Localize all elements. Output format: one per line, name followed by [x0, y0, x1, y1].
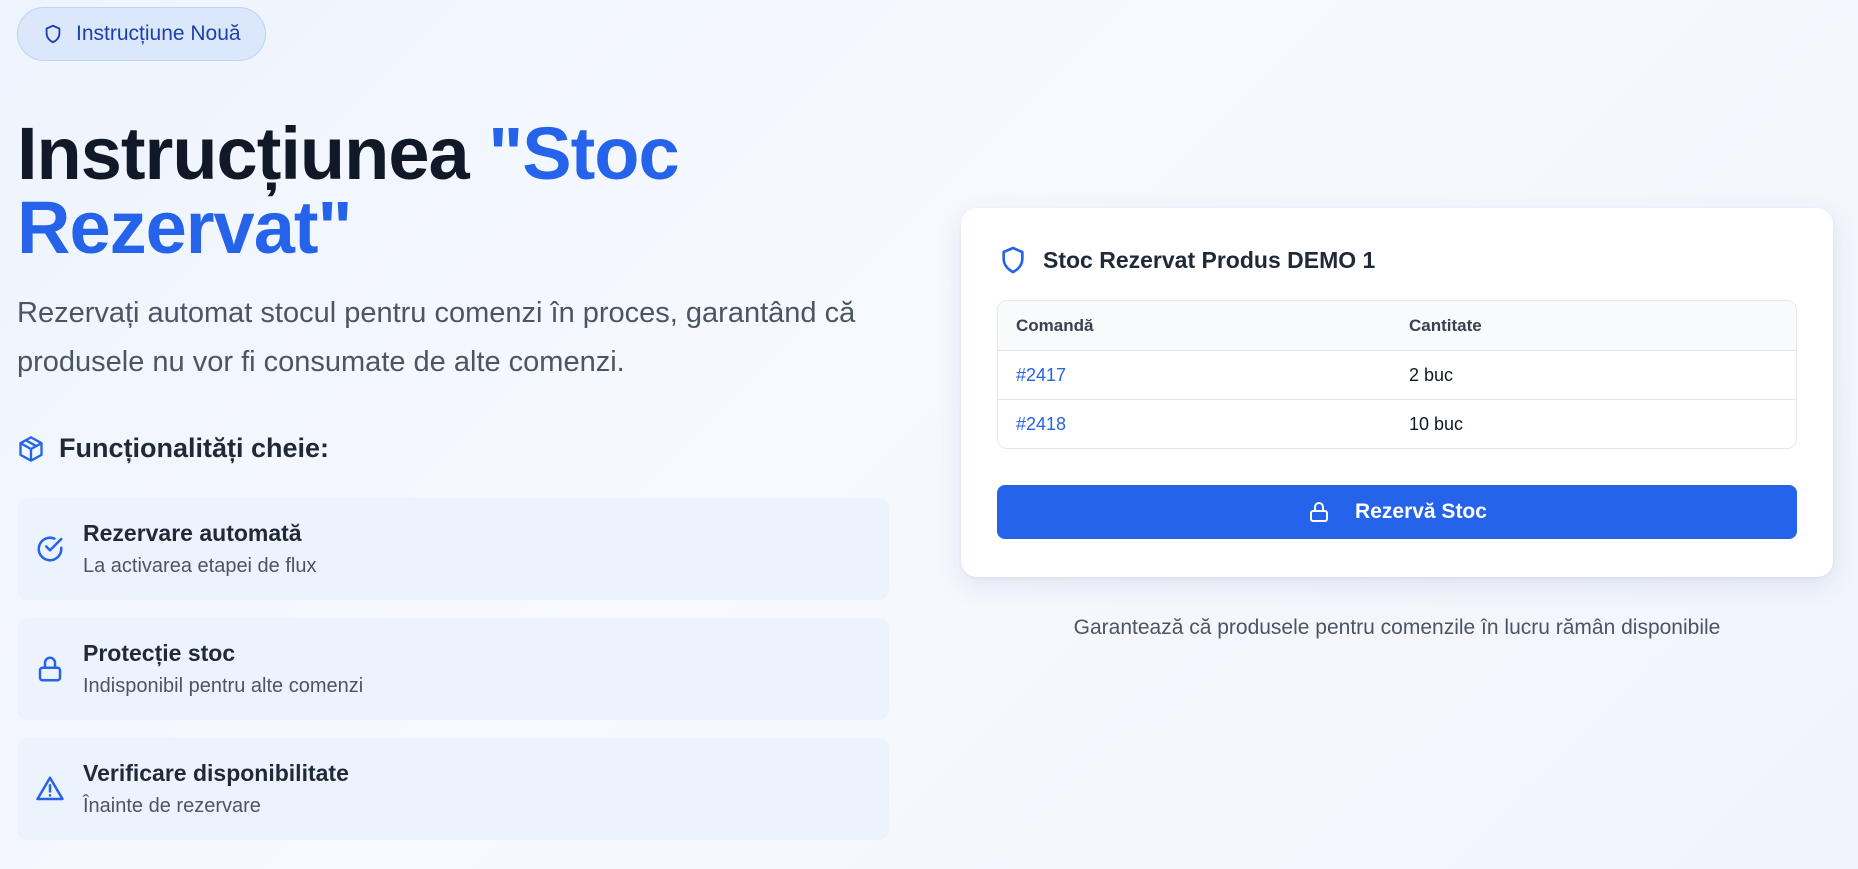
column-header-quantity: Cantitate — [1409, 315, 1482, 335]
lock-icon — [1310, 502, 1329, 522]
feature-item-availability-check: Verificare disponibilitate Înainte de re… — [17, 738, 889, 840]
quantity-cell: 2 buc — [1409, 364, 1454, 385]
order-link[interactable]: #2417 — [998, 365, 1391, 386]
package-icon — [19, 435, 43, 462]
feature-item-auto-reservation: Rezervare automată La activarea etapei d… — [17, 498, 889, 600]
feature-description: La activarea etapei de flux — [83, 555, 317, 577]
feature-title: Verificare disponibilitate — [83, 760, 349, 786]
feature-item-stock-protection: Protecție stoc Indisponibil pentru alte … — [17, 618, 889, 720]
card-title: Stoc Rezervat Produs DEMO 1 — [1043, 246, 1376, 273]
check-circle-icon — [37, 536, 63, 562]
card-header: Stoc Rezervat Produs DEMO 1 — [997, 244, 1797, 276]
title-main: Instrucțiunea — [17, 112, 489, 195]
order-link[interactable]: #2418 — [998, 414, 1391, 435]
reserve-stock-button[interactable]: Rezervă Stoc — [997, 485, 1797, 539]
intro-section: Instrucțiune Nouă Instrucțiunea "Stoc Re… — [17, 7, 889, 840]
table-header-row: Comandă Cantitate — [998, 301, 1796, 350]
shield-icon — [1002, 246, 1024, 274]
page-title: Instrucțiunea "Stoc Rezervat" — [17, 117, 889, 265]
badge-label: Instrucțiune Nouă — [76, 22, 241, 45]
feature-title: Rezervare automată — [83, 520, 302, 546]
reserve-stock-button-label: Rezervă Stoc — [1355, 500, 1487, 523]
new-instruction-badge: Instrucțiune Nouă — [17, 7, 266, 61]
features-heading: Funcționalități cheie: — [17, 433, 889, 464]
page-description: Rezervați automat stocul pentru comenzi … — [17, 297, 856, 378]
column-header-order: Comandă — [1016, 315, 1094, 335]
lock-icon — [38, 656, 62, 682]
shield-icon — [45, 24, 61, 44]
reserved-stock-card: Stoc Rezervat Produs DEMO 1 Comandă Cant… — [961, 208, 1833, 577]
feature-description: Înainte de rezervare — [83, 795, 261, 817]
reservations-table: Comandă Cantitate #2417 2 buc #2418 10 b… — [997, 300, 1797, 449]
table-row: #2418 10 buc — [998, 399, 1796, 448]
footnote: Garantează că produsele pentru comenzile… — [1073, 616, 1721, 639]
feature-title: Protecție stoc — [83, 640, 236, 666]
alert-triangle-icon — [36, 776, 64, 801]
table-row: #2417 2 buc — [998, 350, 1796, 399]
feature-description: Indisponibil pentru alte comenzi — [83, 675, 364, 697]
quantity-cell: 10 buc — [1409, 413, 1464, 434]
features-heading-label: Funcționalități cheie: — [59, 433, 330, 463]
feature-list: Rezervare automată La activarea etapei d… — [17, 498, 889, 840]
